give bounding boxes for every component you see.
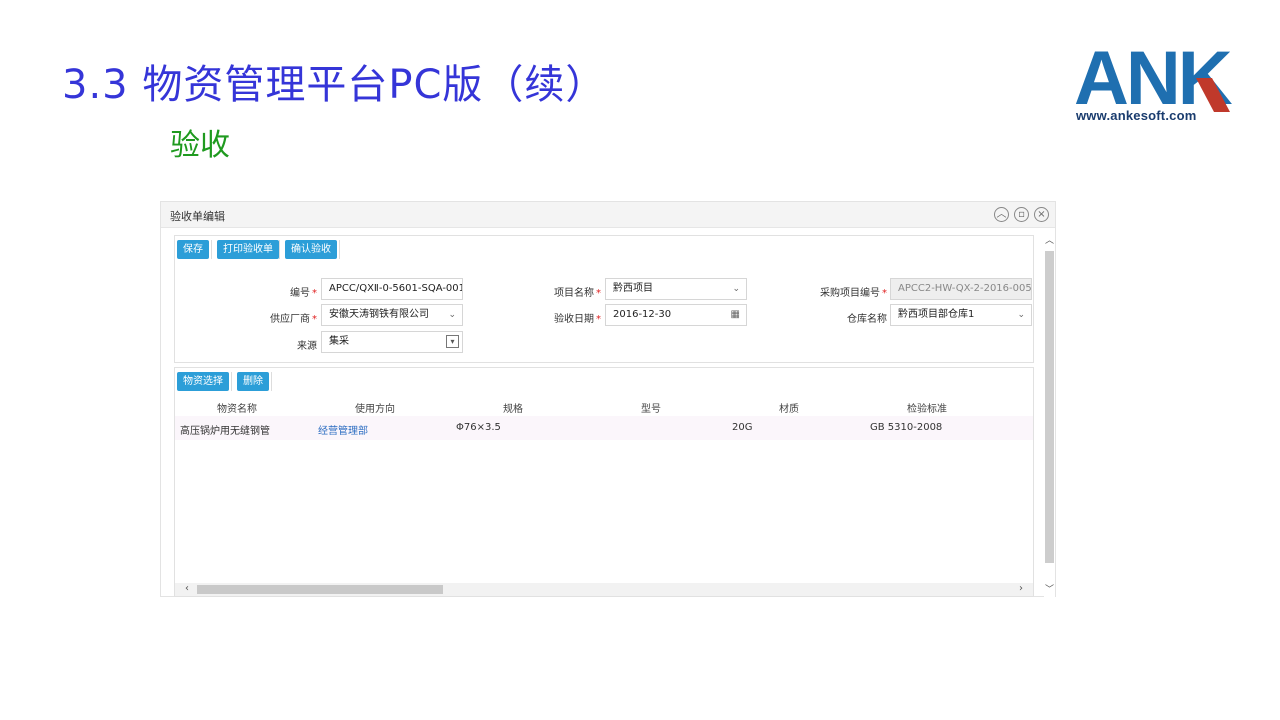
scroll-up-icon[interactable]: ︿ bbox=[1045, 233, 1054, 246]
horizontal-scrollbar[interactable]: ‹ › bbox=[175, 583, 1033, 596]
window-title: 验收单编辑 bbox=[170, 210, 225, 223]
slide-subtitle: 验收 bbox=[170, 128, 230, 163]
source-select[interactable]: 集采 ▾ bbox=[321, 331, 463, 353]
material-cell: 20G bbox=[732, 422, 753, 433]
purchase-project-no-field: APCC2-HW-QX-2-2016-005 bbox=[890, 278, 1032, 300]
chevron-down-icon: ⌄ bbox=[732, 284, 740, 294]
slide-title: 3.3 物资管理平台PC版（续） bbox=[62, 62, 607, 108]
accept-date-picker[interactable]: 2016-12-30 ▦ bbox=[605, 304, 747, 326]
spec-cell: Φ76×3.5 bbox=[456, 422, 501, 433]
supplier-label: 供应厂商 * bbox=[270, 314, 317, 325]
warehouse-select[interactable]: 黔西项目部仓库1 ⌄ bbox=[890, 304, 1032, 326]
toolbar-divider bbox=[271, 372, 272, 391]
delete-button[interactable]: 删除 bbox=[237, 372, 269, 391]
select-material-button[interactable]: 物资选择 bbox=[177, 372, 229, 391]
warehouse-label: 仓库名称 bbox=[847, 314, 887, 325]
column-header[interactable]: 使用方向 bbox=[335, 400, 415, 415]
chevron-down-icon[interactable]: ▾ bbox=[446, 335, 459, 348]
collapse-icon[interactable]: ︿ bbox=[994, 207, 1009, 222]
column-header[interactable]: 材质 bbox=[749, 400, 829, 415]
material-name-cell: 高压锅炉用无缝钢管 bbox=[180, 426, 270, 437]
standard-cell: GB 5310-2008 bbox=[870, 422, 943, 433]
toolbar-divider bbox=[211, 240, 212, 259]
ank-logo: ANK www.ankesoft.com bbox=[1074, 41, 1234, 124]
vertical-scrollbar[interactable]: ︿ ﹀ bbox=[1044, 229, 1055, 597]
materials-grid-panel: 物资选择 删除 物资名称 使用方向 规格 型号 材质 检验标准 高压锅炉用无缝钢… bbox=[174, 367, 1034, 597]
direction-cell[interactable]: 经营管理部 bbox=[318, 422, 368, 437]
number-label: 编号 * bbox=[290, 288, 317, 299]
toolbar-divider bbox=[231, 372, 232, 391]
project-name-select[interactable]: 黔西项目 ⌄ bbox=[605, 278, 747, 300]
acceptance-edit-window: 验收单编辑 ︿ ▫ × 保存 打印验收单 确认验收 编号 * APCC/QXⅡ-0… bbox=[160, 201, 1056, 597]
project-name-label: 项目名称 * bbox=[554, 288, 601, 299]
source-label: 来源 bbox=[297, 341, 317, 352]
restore-icon[interactable]: ▫ bbox=[1014, 207, 1029, 222]
column-header[interactable]: 物资名称 bbox=[197, 400, 277, 415]
table-row[interactable]: 高压锅炉用无缝钢管 经营管理部 Φ76×3.5 20G GB 5310-2008 bbox=[175, 416, 1033, 440]
form-panel: 保存 打印验收单 确认验收 编号 * APCC/QXⅡ-0-5601-SQA-00… bbox=[174, 235, 1034, 363]
chevron-down-icon: ⌄ bbox=[448, 310, 456, 320]
logo-url: www.ankesoft.com bbox=[1076, 108, 1197, 123]
logo-accent-shape bbox=[1196, 78, 1230, 112]
save-button[interactable]: 保存 bbox=[177, 240, 209, 259]
scroll-down-icon[interactable]: ﹀ bbox=[1045, 582, 1054, 595]
horizontal-scroll-thumb[interactable] bbox=[197, 585, 443, 594]
calendar-icon[interactable]: ▦ bbox=[731, 305, 740, 325]
toolbar-divider bbox=[279, 240, 280, 259]
vertical-scroll-thumb[interactable] bbox=[1045, 251, 1054, 563]
toolbar-divider bbox=[339, 240, 340, 259]
supplier-select[interactable]: 安徽天涛钢铁有限公司 ⌄ bbox=[321, 304, 463, 326]
column-header[interactable]: 检验标准 bbox=[887, 400, 967, 415]
close-icon[interactable]: × bbox=[1034, 207, 1049, 222]
column-header[interactable]: 型号 bbox=[611, 400, 691, 415]
window-titlebar: 验收单编辑 ︿ ▫ × bbox=[161, 202, 1055, 228]
scroll-right-icon[interactable]: › bbox=[1019, 583, 1023, 594]
scroll-left-icon[interactable]: ‹ bbox=[185, 583, 189, 594]
slide: 3.3 物资管理平台PC版（续） 验收 ANK www.ankesoft.com… bbox=[0, 0, 1280, 720]
accept-date-label: 验收日期 * bbox=[554, 314, 601, 325]
print-receipt-button[interactable]: 打印验收单 bbox=[217, 240, 279, 259]
confirm-accept-button[interactable]: 确认验收 bbox=[285, 240, 337, 259]
purchase-project-no-label: 采购项目编号 * bbox=[820, 288, 887, 299]
chevron-down-icon: ⌄ bbox=[1017, 310, 1025, 320]
window-body: 保存 打印验收单 确认验收 编号 * APCC/QXⅡ-0-5601-SQA-00… bbox=[161, 229, 1045, 597]
column-header[interactable]: 规格 bbox=[473, 400, 553, 415]
number-field[interactable]: APCC/QXⅡ-0-5601-SQA-0011 bbox=[321, 278, 463, 300]
